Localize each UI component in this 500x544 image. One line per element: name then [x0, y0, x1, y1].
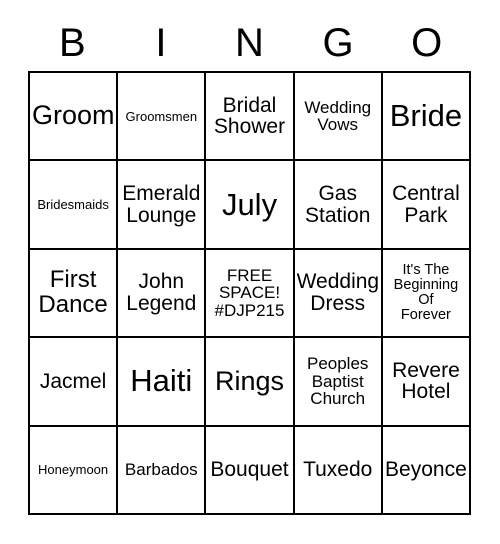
bingo-cell-label: Tuxedo: [303, 458, 373, 482]
bingo-header-letter-i: I: [155, 20, 167, 65]
bingo-cell-label: First Dance: [38, 266, 108, 319]
bingo-cell-b1[interactable]: Groom: [30, 73, 119, 162]
bingo-cell-o3[interactable]: It's The Beginning Of Forever: [382, 249, 472, 339]
bingo-cell-i1[interactable]: Groomsmen: [118, 73, 207, 162]
bingo-cell-label: Groomsmen: [125, 108, 198, 124]
bingo-cell-label: Barbados: [124, 460, 198, 480]
bingo-cell-label: Wedding Vows: [304, 97, 372, 135]
bingo-cell-i2[interactable]: Emerald Lounge: [118, 161, 207, 250]
bingo-cell-o1[interactable]: Bride: [382, 73, 472, 162]
bingo-row: Honeymoon Barbados Bouquet Tuxedo Beyonc…: [30, 426, 472, 516]
bingo-cell-label: Groom: [32, 100, 115, 131]
bingo-cell-b4[interactable]: Jacmel: [30, 338, 119, 427]
bingo-cell-label: It's The Beginning Of Forever: [393, 262, 459, 323]
bingo-card: B I N G O Groom Groomsmen Bridal Shower …: [0, 0, 500, 544]
bingo-cell-i3[interactable]: John Legend: [118, 249, 207, 339]
bingo-cell-i5[interactable]: Barbados: [118, 426, 207, 516]
bingo-cell-n5[interactable]: Bouquet: [206, 426, 295, 516]
bingo-cell-g3[interactable]: Wedding Dress: [294, 249, 383, 339]
bingo-row: Bridesmaids Emerald Lounge July Gas Stat…: [30, 161, 472, 250]
bingo-cell-label: Emerald Lounge: [122, 181, 201, 227]
bingo-cell-label: Revere Hotel: [392, 358, 460, 404]
bingo-cell-label: Haiti: [130, 363, 193, 399]
bingo-cell-free-space[interactable]: FREE SPACE! #DJP215: [206, 249, 295, 339]
bingo-header-letter-b: B: [58, 20, 86, 65]
bingo-cell-label: Rings: [214, 365, 285, 396]
bingo-cell-g4[interactable]: Peoples Baptist Church: [294, 338, 383, 427]
bingo-grid: Groom Groomsmen Bridal Shower Wedding Vo…: [28, 71, 472, 516]
bingo-cell-label: Wedding Dress: [296, 270, 380, 316]
bingo-cell-label: Bridesmaids: [37, 196, 109, 212]
bingo-cell-g2[interactable]: Gas Station: [294, 161, 383, 250]
bingo-cell-i4[interactable]: Haiti: [118, 338, 207, 427]
bingo-header-letter-n: N: [235, 20, 264, 65]
bingo-cell-label: John Legend: [126, 270, 197, 316]
bingo-cell-n2[interactable]: July: [206, 161, 295, 250]
bingo-cell-b2[interactable]: Bridesmaids: [30, 161, 119, 250]
bingo-header-letter-g: G: [322, 20, 354, 65]
bingo-cell-label: Honeymoon: [38, 462, 109, 478]
bingo-cell-n1[interactable]: Bridal Shower: [206, 73, 295, 162]
bingo-cell-o2[interactable]: Central Park: [382, 161, 472, 250]
bingo-cell-label: Gas Station: [305, 181, 371, 227]
bingo-cell-label: Bridal Shower: [213, 93, 286, 139]
bingo-cell-label: Peoples Baptist Church: [306, 354, 369, 409]
bingo-cell-o5[interactable]: Beyonce: [382, 426, 472, 516]
bingo-header-letter-o: O: [411, 20, 443, 65]
bingo-cell-label: Jacmel: [39, 369, 107, 393]
bingo-row: Groom Groomsmen Bridal Shower Wedding Vo…: [30, 73, 472, 162]
bingo-cell-n4[interactable]: Rings: [206, 338, 295, 427]
bingo-cell-b3[interactable]: First Dance: [30, 249, 119, 339]
bingo-cell-label: Bouquet: [210, 458, 289, 482]
bingo-cell-g1[interactable]: Wedding Vows: [294, 73, 383, 162]
bingo-cell-label: Beyonce: [385, 458, 467, 482]
bingo-row: First Dance John Legend FREE SPACE! #DJP…: [30, 249, 472, 339]
bingo-cell-label: July: [221, 186, 278, 222]
bingo-cell-label: Bride: [389, 98, 463, 134]
bingo-cell-label: Central Park: [392, 181, 460, 227]
bingo-cell-o4[interactable]: Revere Hotel: [382, 338, 472, 427]
bingo-cell-g5[interactable]: Tuxedo: [294, 426, 383, 516]
bingo-header-row: B I N G O: [28, 14, 471, 71]
bingo-cell-b5[interactable]: Honeymoon: [30, 426, 119, 516]
bingo-cell-label: FREE SPACE! #DJP215: [214, 265, 285, 320]
bingo-row: Jacmel Haiti Rings Peoples Baptist Churc…: [30, 338, 472, 427]
